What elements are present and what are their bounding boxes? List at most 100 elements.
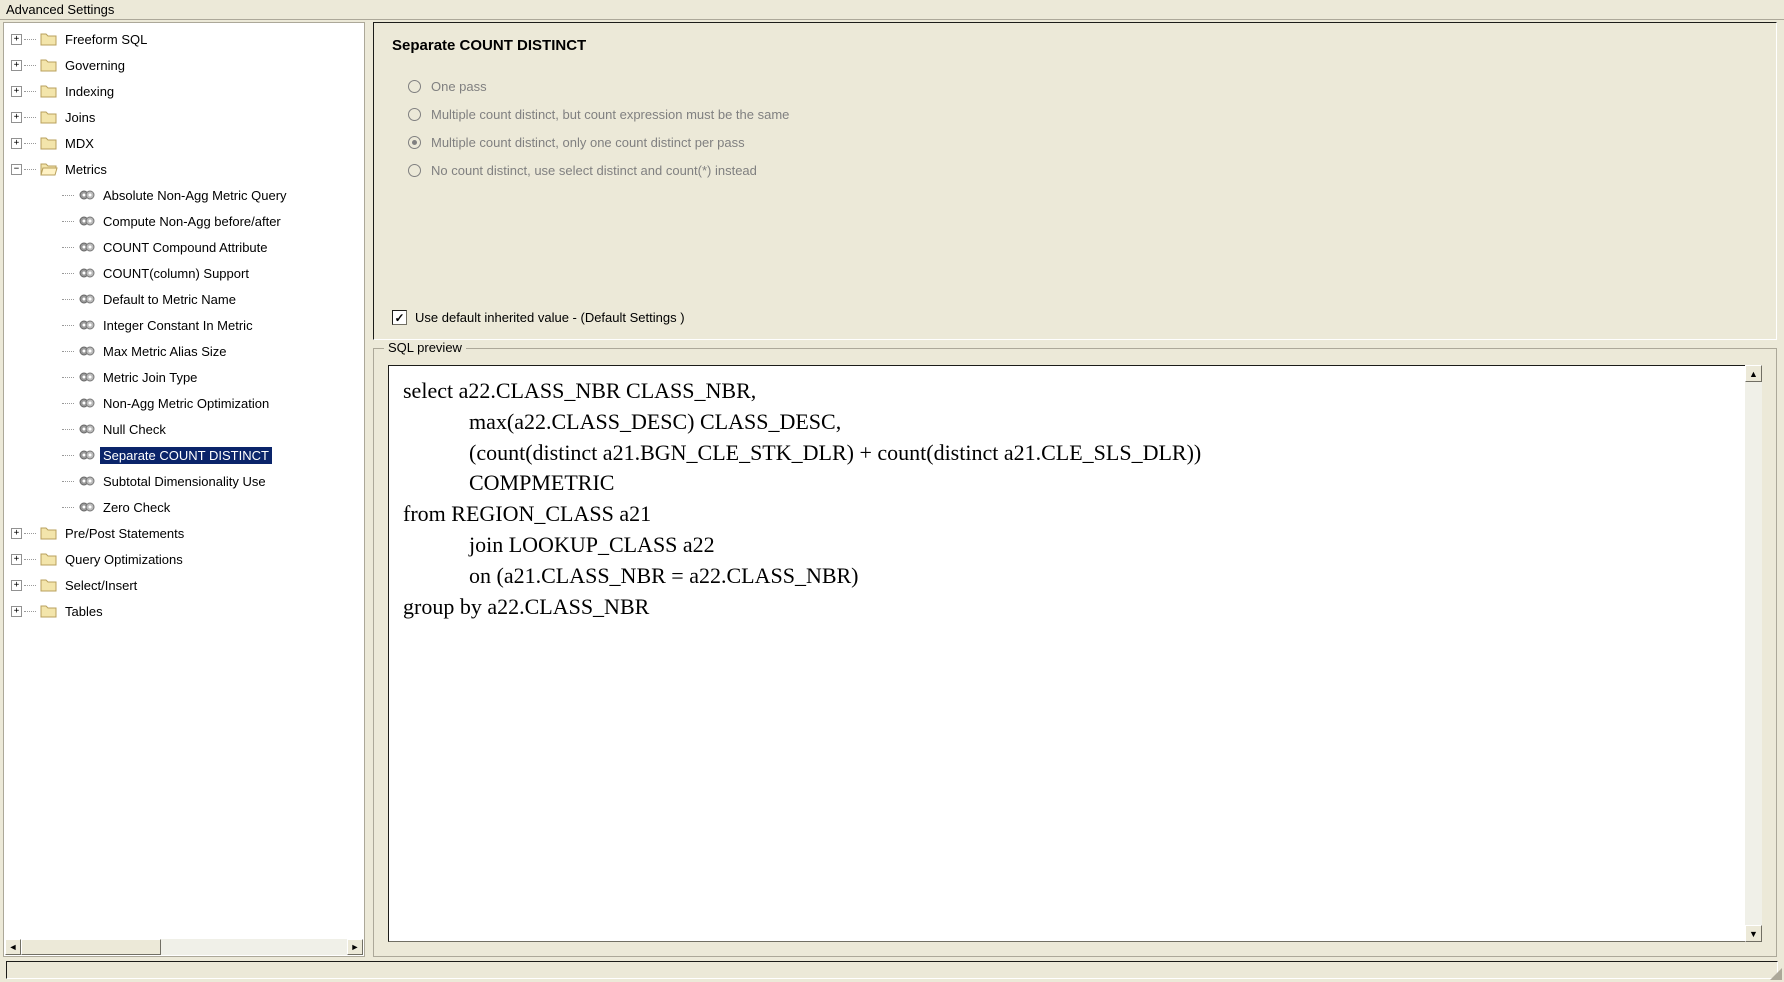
collapse-icon[interactable]: −: [11, 164, 22, 175]
tree-item-label: Indexing: [62, 83, 117, 100]
expand-icon[interactable]: +: [11, 60, 22, 71]
tree-item-label: Metric Join Type: [100, 369, 200, 386]
sql-preview-body[interactable]: select a22.CLASS_NBR CLASS_NBR, max(a22.…: [388, 365, 1762, 942]
tree-item-label: Metrics: [62, 161, 110, 178]
tree-item-label: Compute Non-Agg before/after: [100, 213, 284, 230]
tree-item[interactable]: + Freeform SQL: [7, 26, 361, 52]
gear-icon: [78, 447, 96, 463]
tree-item-label: COUNT(column) Support: [100, 265, 252, 282]
tree-item-label: Freeform SQL: [62, 31, 150, 48]
tree-item-label: COUNT Compound Attribute: [100, 239, 271, 256]
scroll-left-button[interactable]: ◄: [5, 939, 21, 955]
tree-item[interactable]: Non-Agg Metric Optimization: [7, 390, 361, 416]
tree-item[interactable]: Default to Metric Name: [7, 286, 361, 312]
expand-icon[interactable]: +: [11, 34, 22, 45]
tree-item[interactable]: Compute Non-Agg before/after: [7, 208, 361, 234]
expand-icon[interactable]: +: [11, 606, 22, 617]
right-panel: Separate COUNT DISTINCT One passMultiple…: [373, 22, 1777, 957]
tree-item[interactable]: Metric Join Type: [7, 364, 361, 390]
tree-item-label: Max Metric Alias Size: [100, 343, 230, 360]
tree-item[interactable]: Null Check: [7, 416, 361, 442]
panel-title: Advanced Settings: [0, 0, 1784, 20]
use-default-label: Use default inherited value - (Default S…: [415, 310, 685, 325]
radio-icon[interactable]: [408, 164, 421, 177]
folder-icon: [40, 109, 58, 125]
tree-item[interactable]: + Select/Insert: [7, 572, 361, 598]
tree-item-label: Zero Check: [100, 499, 173, 516]
tree-item[interactable]: Integer Constant In Metric: [7, 312, 361, 338]
radio-option[interactable]: Multiple count distinct, but count expre…: [408, 100, 1758, 128]
tree-item[interactable]: Zero Check: [7, 494, 361, 520]
tree-scroll[interactable]: +Freeform SQL+Governing+Indexing+Joins+M…: [5, 24, 363, 938]
radio-option[interactable]: Multiple count distinct, only one count …: [408, 128, 1758, 156]
radio-option[interactable]: One pass: [408, 72, 1758, 100]
expand-icon[interactable]: +: [11, 112, 22, 123]
resize-grip[interactable]: [1766, 964, 1784, 982]
radio-icon[interactable]: [408, 80, 421, 93]
radio-label: One pass: [431, 79, 487, 94]
sql-vscrollbar[interactable]: ▲ ▼: [1745, 365, 1762, 942]
tree-item[interactable]: +Joins: [7, 104, 361, 130]
radio-label: Multiple count distinct, only one count …: [431, 135, 745, 150]
radio-label: Multiple count distinct, but count expre…: [431, 107, 789, 122]
tree-item-label: Tables: [62, 603, 106, 620]
use-default-checkbox[interactable]: ✓: [392, 310, 407, 325]
advanced-settings-panel: Advanced Settings + Freeform SQL + Governin…: [0, 0, 1784, 982]
gear-icon: [78, 369, 96, 385]
gear-icon: [78, 291, 96, 307]
folder-icon: [40, 57, 58, 73]
tree-item-label: Select/Insert: [62, 577, 140, 594]
tree-item[interactable]: Subtotal Dimensionality Use: [7, 468, 361, 494]
radio-option[interactable]: No count distinct, use select distinct a…: [408, 156, 1758, 184]
expand-icon[interactable]: +: [11, 86, 22, 97]
tree-item[interactable]: − Metrics: [7, 156, 361, 182]
tree-item[interactable]: COUNT(column) Support: [7, 260, 361, 286]
tree-item[interactable]: + Tables: [7, 598, 361, 624]
gear-icon: [78, 421, 96, 437]
tree-item[interactable]: Separate COUNT DISTINCT: [7, 442, 361, 468]
gear-icon: [78, 239, 96, 255]
radio-icon[interactable]: [408, 108, 421, 121]
tree-item-label: Pre/Post Statements: [62, 525, 187, 542]
tree-item[interactable]: +Query Optimizations: [7, 546, 361, 572]
tree-item[interactable]: +MDX: [7, 130, 361, 156]
tree-item-label: Integer Constant In Metric: [100, 317, 256, 334]
tree-item[interactable]: Max Metric Alias Size: [7, 338, 361, 364]
scroll-right-button[interactable]: ►: [347, 939, 363, 955]
use-default-row[interactable]: ✓ Use default inherited value - (Default…: [392, 310, 685, 325]
sql-preview-legend: SQL preview: [384, 340, 466, 355]
scroll-down-button[interactable]: ▼: [1745, 925, 1762, 942]
gear-icon: [78, 265, 96, 281]
expand-icon[interactable]: +: [11, 580, 22, 591]
tree-item-label: Absolute Non-Agg Metric Query: [100, 187, 290, 204]
tree-item[interactable]: COUNT Compound Attribute: [7, 234, 361, 260]
scroll-thumb[interactable]: [21, 939, 161, 955]
folder-icon: [40, 135, 58, 151]
settings-box: Separate COUNT DISTINCT One passMultiple…: [373, 22, 1777, 340]
gear-icon: [78, 317, 96, 333]
folder-icon: [40, 83, 58, 99]
tree-hscrollbar[interactable]: ◄ ►: [5, 939, 363, 955]
scroll-up-button[interactable]: ▲: [1745, 365, 1762, 382]
tree-item[interactable]: + Governing: [7, 52, 361, 78]
gear-icon: [78, 473, 96, 489]
folder-icon: [40, 525, 58, 541]
expand-icon[interactable]: +: [11, 138, 22, 149]
folder-icon: [40, 603, 58, 619]
tree-item[interactable]: + Indexing: [7, 78, 361, 104]
gear-icon: [78, 395, 96, 411]
tree-item-label: Governing: [62, 57, 128, 74]
sql-preview-fieldset: SQL preview select a22.CLASS_NBR CLASS_N…: [373, 348, 1777, 957]
tree-item-label: Non-Agg Metric Optimization: [100, 395, 272, 412]
expand-icon[interactable]: +: [11, 554, 22, 565]
scroll-track[interactable]: [21, 939, 347, 955]
tree-item[interactable]: + Pre/Post Statements: [7, 520, 361, 546]
tree-item-label: Separate COUNT DISTINCT: [100, 447, 272, 464]
status-bar: [6, 961, 1778, 979]
tree-item-label: Null Check: [100, 421, 169, 438]
expand-icon[interactable]: +: [11, 528, 22, 539]
gear-icon: [78, 213, 96, 229]
folder-icon: [40, 577, 58, 593]
radio-icon[interactable]: [408, 136, 421, 149]
tree-item[interactable]: Absolute Non-Agg Metric Query: [7, 182, 361, 208]
